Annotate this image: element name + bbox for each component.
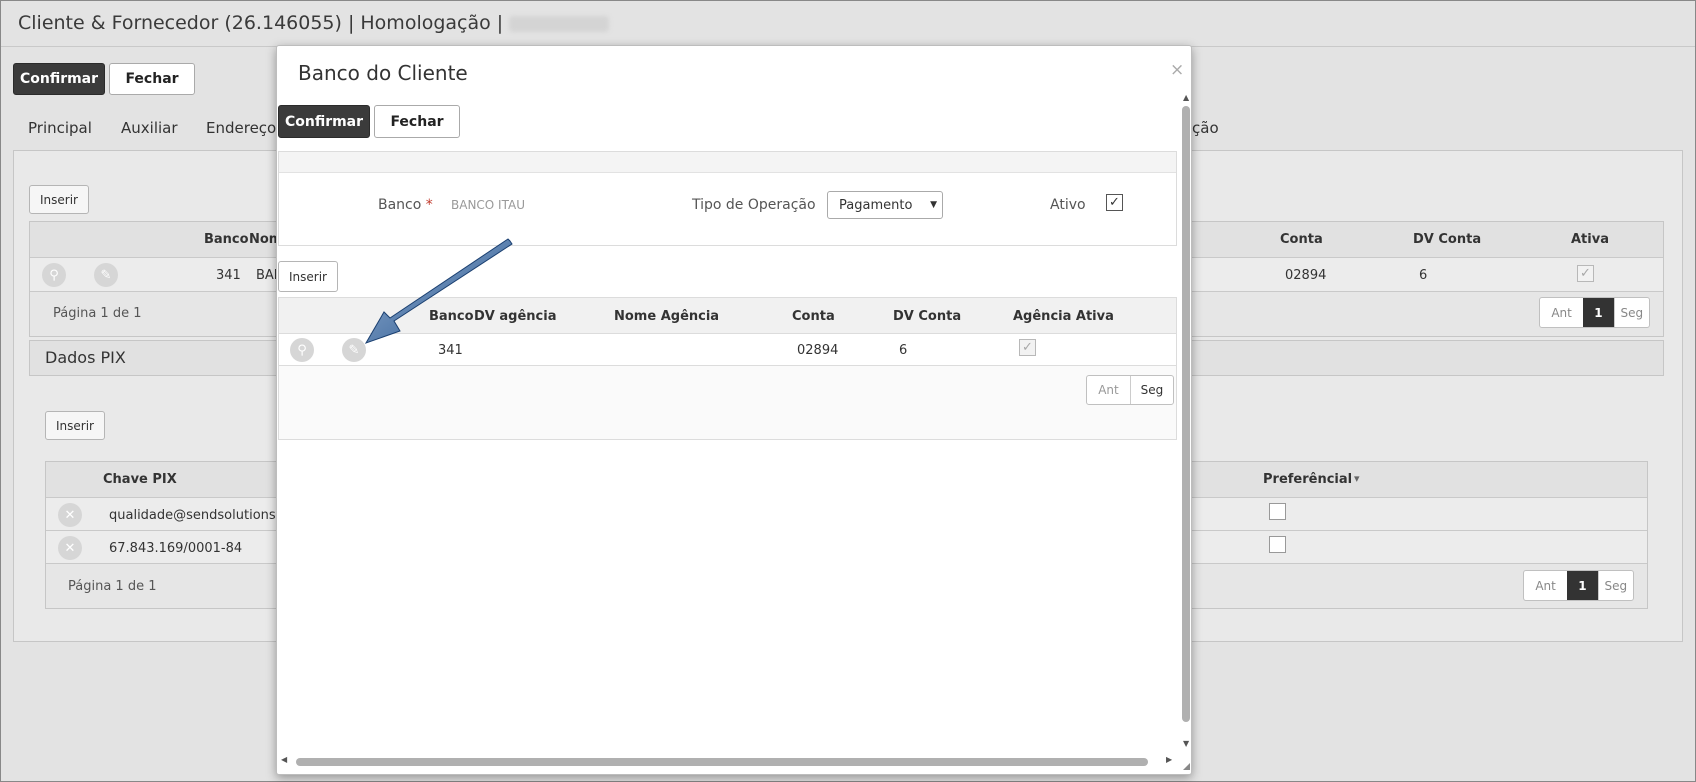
agencia-insert-button[interactable]: Inserir <box>278 261 338 292</box>
x-circle-icon[interactable]: ✕ <box>58 536 82 560</box>
tipo-operacao-select[interactable]: Pagamento ▼ <box>827 191 943 219</box>
col-conta: Conta <box>792 309 835 324</box>
banco-label: Banco * <box>378 197 433 213</box>
search-icon[interactable]: ⚲ <box>42 263 66 287</box>
scroll-up-icon[interactable]: ▲ <box>1183 93 1189 102</box>
close-button[interactable]: Fechar <box>109 63 195 95</box>
ativa-checkbox: ✓ <box>1577 265 1594 282</box>
col-dv-conta: DV Conta <box>1413 232 1482 247</box>
pix-section-title: Dados PIX <box>45 348 126 367</box>
col-agencia-ativa: Agência Ativa <box>1013 309 1114 324</box>
col-banco: Banco <box>204 232 249 247</box>
preferencial-checkbox[interactable] <box>1269 503 1286 520</box>
search-icon[interactable]: ⚲ <box>290 338 314 362</box>
modal-close-button[interactable]: Fechar <box>374 105 460 138</box>
cell-banco: 341 <box>216 268 241 283</box>
pencil-icon[interactable]: ✎ <box>94 263 118 287</box>
banco-label-text: Banco <box>378 197 422 213</box>
cell-dv-conta: 6 <box>899 343 908 358</box>
pix-pagination-text: Página 1 de 1 <box>68 579 157 594</box>
chevron-down-icon: ▼ <box>930 200 937 210</box>
col-nome-agencia: Nome Agência <box>614 309 720 324</box>
cell-conta: 02894 <box>797 343 839 358</box>
bank-pager: Ant 1 Seg <box>1539 297 1650 328</box>
tipo-operacao-value: Pagamento <box>839 197 913 213</box>
bank-insert-button[interactable]: Inserir <box>29 185 89 214</box>
tab-auxiliar[interactable]: Auxiliar <box>121 119 178 137</box>
tab-principal[interactable]: Principal <box>28 119 92 137</box>
pix-pager: Ant 1 Seg <box>1523 570 1634 601</box>
close-icon[interactable]: × <box>1170 60 1184 80</box>
scroll-right-icon[interactable]: ▶ <box>1166 755 1172 764</box>
sort-icon[interactable]: ▾ <box>1354 472 1360 485</box>
agencia-ativa-checkbox: ✓ <box>1019 339 1036 356</box>
bank-pagination-text: Página 1 de 1 <box>53 306 142 321</box>
tipo-operacao-label: Tipo de Operação <box>692 197 816 213</box>
required-mark: * <box>425 197 433 213</box>
window-title: Cliente & Fornecedor (26.146055) | Homol… <box>18 12 610 34</box>
resize-grip-icon[interactable] <box>1183 763 1190 770</box>
bank-modal: Banco do Cliente × Confirmar Fechar Banc… <box>276 45 1192 775</box>
window-title-text: Cliente & Fornecedor (26.146055) | Homol… <box>18 12 504 34</box>
cell-chave: 67.843.169/0001-84 <box>109 541 243 556</box>
col-ativa: Ativa <box>1571 232 1609 247</box>
cell-conta: 02894 <box>1285 268 1327 283</box>
preferencial-checkbox[interactable] <box>1269 536 1286 553</box>
scroll-down-icon[interactable]: ▼ <box>1183 739 1189 748</box>
modal-confirm-button[interactable]: Confirmar <box>278 105 370 138</box>
pager-current[interactable]: 1 <box>1567 571 1598 600</box>
pix-insert-button[interactable]: Inserir <box>45 411 105 440</box>
tab-partial[interactable]: ção <box>1192 119 1219 137</box>
pager-next[interactable]: Seg <box>1597 571 1633 600</box>
ativo-checkbox[interactable]: ✓ <box>1106 194 1123 211</box>
blurred-text <box>509 15 610 32</box>
tab-enderecos[interactable]: Endereços <box>206 119 284 137</box>
pager-prev[interactable]: Ant <box>1540 298 1583 327</box>
horizontal-scrollbar[interactable] <box>296 758 1148 766</box>
cell-chave: qualidade@sendsolutions.co <box>109 508 295 523</box>
pager-prev[interactable]: Ant <box>1087 376 1130 404</box>
confirm-button[interactable]: Confirmar <box>13 63 105 95</box>
modal-title: Banco do Cliente <box>298 61 468 85</box>
banco-value: BANCO ITAU <box>451 198 525 212</box>
pager-next[interactable]: Seg <box>1129 376 1173 404</box>
col-chave-pix: Chave PIX <box>103 472 177 487</box>
col-dv-conta: DV Conta <box>893 309 962 324</box>
pager-next[interactable]: Seg <box>1613 298 1649 327</box>
bank-form: Banco * BANCO ITAU Tipo de Operação Paga… <box>278 151 1177 246</box>
x-circle-icon[interactable]: ✕ <box>58 503 82 527</box>
vertical-scrollbar[interactable] <box>1182 106 1190 722</box>
scroll-left-icon[interactable]: ◀ <box>281 755 287 764</box>
cell-dv-conta: 6 <box>1419 268 1428 283</box>
annotation-arrow-icon <box>364 238 513 344</box>
pager-current[interactable]: 1 <box>1583 298 1614 327</box>
ativo-label: Ativo <box>1050 197 1086 213</box>
col-conta: Conta <box>1280 232 1323 247</box>
col-preferencial[interactable]: Preferêncial <box>1263 472 1352 487</box>
form-strip <box>279 152 1176 173</box>
pager-prev[interactable]: Ant <box>1524 571 1567 600</box>
agencia-pager: Ant Seg <box>1086 375 1174 405</box>
